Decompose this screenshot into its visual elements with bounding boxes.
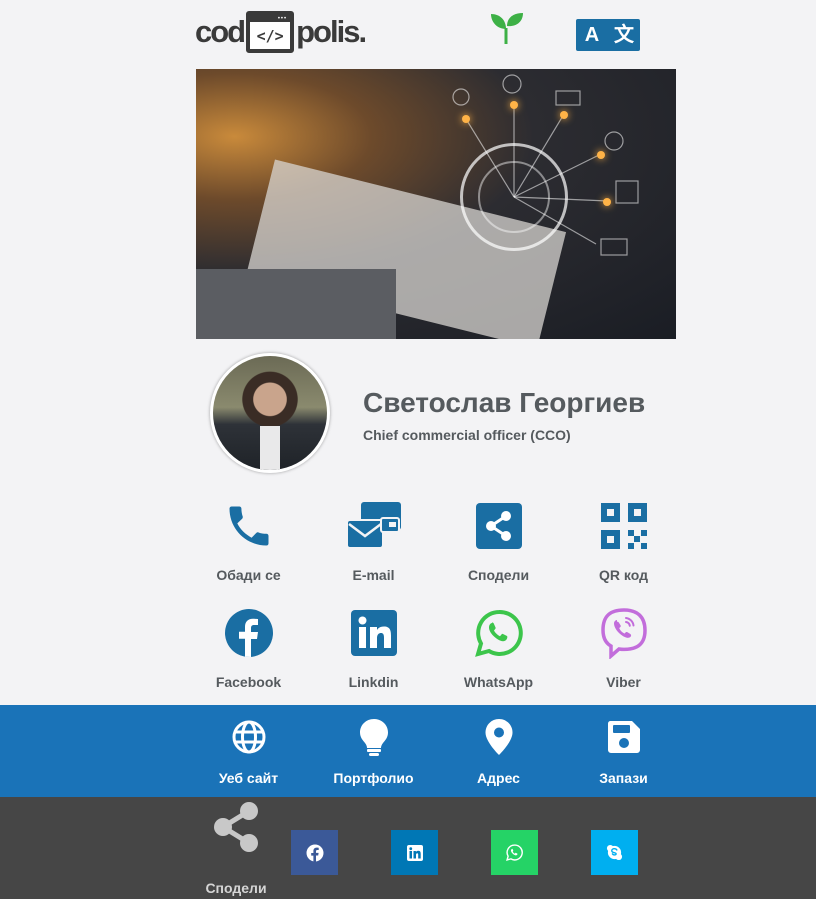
- viber-button[interactable]: Viber: [561, 604, 686, 690]
- phone-icon: [229, 506, 268, 546]
- whatsapp-icon: [506, 844, 523, 861]
- share-facebook-button[interactable]: [291, 830, 338, 875]
- qr-code-button[interactable]: QR код: [561, 497, 686, 583]
- save-label: Запази: [599, 770, 648, 786]
- share-icon: [475, 503, 522, 549]
- website-label: Уеб сайт: [218, 770, 279, 786]
- globe-icon: [232, 720, 265, 754]
- website-button[interactable]: Уеб сайт: [186, 717, 311, 786]
- header: cod ••• </> polis. A 文: [0, 0, 816, 69]
- address-button[interactable]: Адрес: [436, 717, 561, 786]
- facebook-icon: [306, 844, 323, 862]
- share-linkedin-button[interactable]: [391, 830, 438, 875]
- logo[interactable]: cod ••• </> polis.: [195, 10, 367, 54]
- quick-links-bar: Уеб сайт Портфолио Адрес Запази: [0, 705, 816, 797]
- avatar: [210, 353, 330, 473]
- share-toggle[interactable]: Сподели: [205, 801, 267, 896]
- whatsapp-label: WhatsApp: [463, 674, 534, 690]
- viber-label: Viber: [606, 674, 641, 690]
- email-button[interactable]: E-mail: [311, 497, 436, 583]
- skype-icon: [606, 844, 623, 861]
- language-switch-button[interactable]: A 文: [576, 19, 640, 51]
- logo-code: </>: [256, 27, 284, 45]
- linkedin-icon: [350, 610, 397, 656]
- lang-cjk: 文: [614, 24, 634, 46]
- actions-row-2: Facebook Linkdin WhatsApp Viber: [186, 604, 686, 690]
- whatsapp-button[interactable]: WhatsApp: [436, 604, 561, 690]
- facebook-button[interactable]: Facebook: [186, 604, 311, 690]
- map-pin-icon: [485, 719, 512, 755]
- logo-window-icon: ••• </>: [246, 11, 295, 53]
- qr-code-icon: [600, 503, 647, 549]
- share-icon: [214, 802, 258, 852]
- share-button[interactable]: Сподели: [436, 497, 561, 583]
- email-label: E-mail: [352, 567, 395, 583]
- qr-code-label: QR код: [599, 567, 648, 583]
- sprout-icon[interactable]: [489, 12, 525, 44]
- facebook-label: Facebook: [215, 674, 282, 690]
- quick-links: Уеб сайт Портфолио Адрес Запази: [186, 717, 686, 786]
- linkedin-icon: [406, 844, 423, 861]
- call-label: Обади се: [216, 567, 281, 583]
- lightbulb-icon: [359, 719, 388, 756]
- portfolio-button[interactable]: Портфолио: [311, 717, 436, 786]
- share-whatsapp-button[interactable]: [491, 830, 538, 875]
- share-label: Сподели: [467, 567, 530, 583]
- share-bar: Сподели: [0, 797, 816, 899]
- call-button[interactable]: Обади се: [186, 497, 311, 583]
- whatsapp-icon: [474, 609, 523, 657]
- logo-text-left: cod: [195, 14, 246, 49]
- lang-latin: A: [584, 24, 600, 46]
- actions-row-1: Обади се E-mail Сподели QR код: [186, 497, 686, 583]
- address-label: Адрес: [477, 770, 520, 786]
- hero-image: [196, 69, 676, 339]
- viber-icon: [600, 608, 647, 659]
- save-contact-button[interactable]: Запази: [561, 717, 686, 786]
- logo-text-right: polis.: [296, 14, 367, 49]
- share-bar-label: Сподели: [205, 880, 267, 896]
- linkedin-button[interactable]: Linkdin: [311, 604, 436, 690]
- linkedin-label: Linkdin: [348, 674, 399, 690]
- email-icon: [345, 502, 401, 549]
- profile-name: Светослав Георгиев: [363, 387, 646, 418]
- facebook-icon: [224, 609, 273, 657]
- save-icon: [607, 721, 640, 753]
- profile-role: Chief commercial officer (CCO): [363, 427, 571, 443]
- share-skype-button[interactable]: [591, 830, 638, 875]
- portfolio-label: Портфолио: [333, 770, 414, 786]
